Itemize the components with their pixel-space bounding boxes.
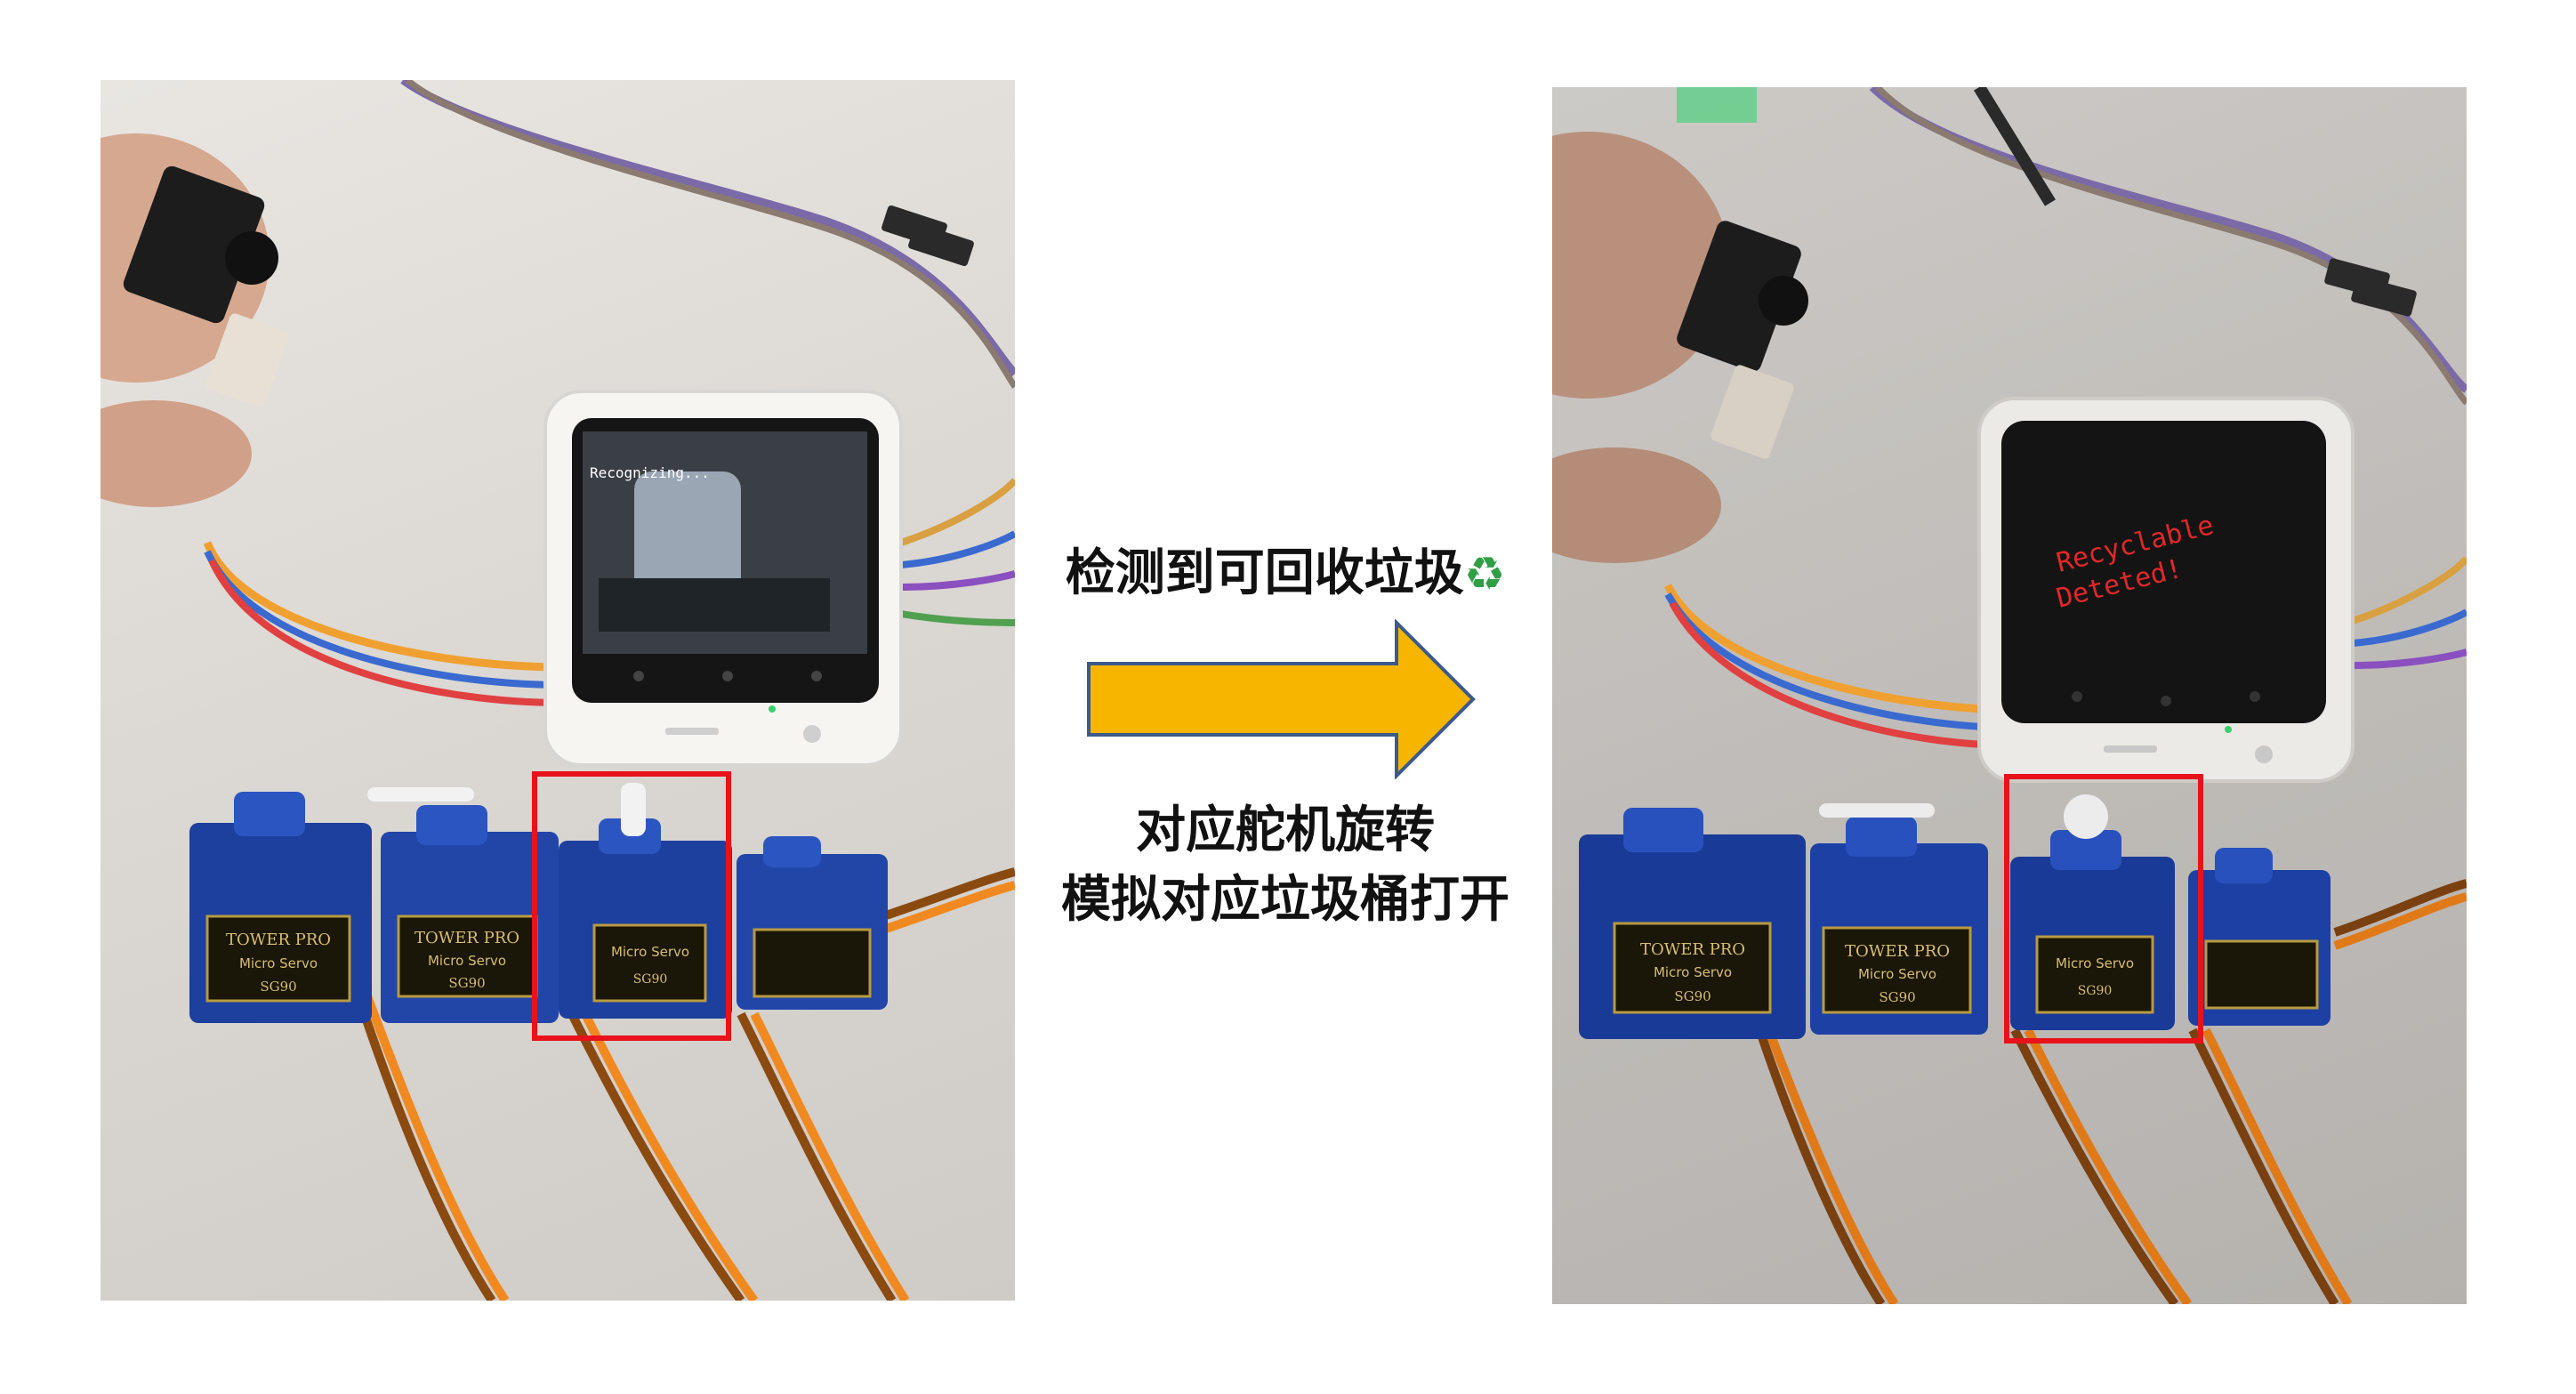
servo-1: TOWER PRO Micro Servo SG90: [1579, 808, 1806, 1039]
servo-3-model: SG90: [633, 972, 668, 987]
servo-2-model-line: Micro Servo: [428, 953, 506, 969]
servo-1-model: SG90: [260, 979, 296, 995]
servo-3-model: SG90: [2078, 984, 2113, 998]
servo-3-model-line: Micro Servo: [611, 944, 689, 960]
servo-caption-line-2: 模拟对应垃圾桶打开: [1061, 871, 1509, 929]
servo-4: [2188, 848, 2330, 1026]
servo-2: TOWER PRO Micro Servo SG90: [367, 787, 559, 1023]
right-arrow-icon: [1087, 619, 1476, 779]
right-photo-scene: Recyclable Deteted! TOWER PRO Micro Serv…: [1552, 87, 2467, 1304]
servo-1: TOWER PRO Micro Servo SG90: [189, 792, 372, 1023]
servo-3-model-line: Micro Servo: [2056, 955, 2134, 971]
servo-4: [737, 836, 888, 1010]
servo-2-model: SG90: [448, 975, 485, 991]
servo-2-model-line: Micro Servo: [1858, 966, 1936, 982]
detected-caption: 检测到可回收垃圾♻: [1023, 538, 1548, 610]
servo-caption: 对应舵机旋转 模拟对应垃圾桶打开: [1023, 796, 1548, 935]
left-photo-scene: Recognizing... TOWER PRO Micro Servo SG9…: [101, 80, 1015, 1301]
recognizing-status-text: Recognizing...: [590, 464, 710, 481]
servo-1-brand: TOWER PRO: [226, 931, 331, 949]
recycle-icon: ♻: [1463, 548, 1506, 601]
detected-caption-text: 检测到可回收垃圾: [1065, 544, 1464, 602]
servo-2-brand: TOWER PRO: [1845, 942, 1950, 961]
servo-3-selected: Micro Servo SG90: [559, 783, 732, 1019]
servo-1-model-line: Micro Servo: [1654, 964, 1732, 980]
servo-2-brand: TOWER PRO: [415, 929, 519, 947]
left-photo: Recognizing... TOWER PRO Micro Servo SG9…: [101, 80, 1015, 1301]
servo-2-model: SG90: [1879, 989, 1915, 1005]
servo-1-brand: TOWER PRO: [1640, 940, 1745, 959]
servo-1-model: SG90: [1674, 988, 1711, 1004]
servo-caption-line-1: 对应舵机旋转: [1136, 802, 1435, 859]
right-photo: Recyclable Deteted! TOWER PRO Micro Serv…: [1552, 87, 2467, 1304]
servo-1-model-line: Micro Servo: [239, 955, 318, 971]
